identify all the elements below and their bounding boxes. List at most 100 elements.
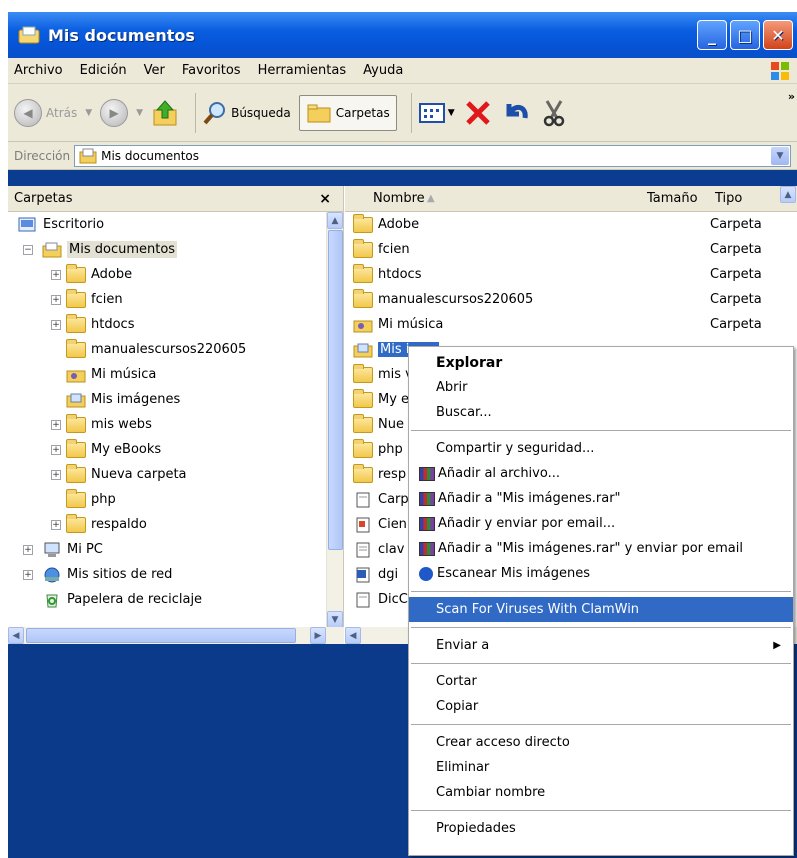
views-button[interactable]: ▼ [418, 101, 455, 125]
winrar-icon [419, 466, 435, 481]
scroll-left-icon[interactable]: ◀ [345, 627, 361, 644]
expand-icon[interactable]: + [51, 294, 61, 305]
expand-icon[interactable]: + [23, 569, 33, 580]
address-dropdown-icon[interactable]: ▼ [771, 146, 789, 165]
tree-item-mi-musica[interactable]: Mi música [8, 362, 326, 387]
tree-item-htdocs[interactable]: + htdocs [8, 312, 326, 337]
folders-pane: Carpetas × Escritorio − Mis documentos +… [8, 186, 344, 644]
search-button[interactable]: Búsqueda [202, 100, 291, 126]
windows-logo-icon [769, 60, 791, 82]
tree-item-manualescursos[interactable]: manualescursos220605 [8, 337, 326, 362]
tree-item-fcien[interactable]: + fcien [8, 287, 326, 312]
menu-item-clamwin[interactable]: Scan For Viruses With ClamWin [409, 597, 793, 622]
up-folder-button[interactable] [151, 98, 181, 128]
file-row-fcien[interactable]: fcien Carpeta [345, 237, 797, 262]
menu-item-eliminar[interactable]: Eliminar [409, 755, 793, 780]
tree-item-escritorio[interactable]: Escritorio [8, 212, 326, 237]
file-row-manualescursos[interactable]: manualescursos220605 Carpeta [345, 287, 797, 312]
cut-button[interactable] [539, 98, 569, 128]
undo-button[interactable] [501, 98, 531, 128]
scroll-down-icon[interactable]: ▼ [327, 611, 343, 628]
hscroll-thumb[interactable] [26, 628, 296, 643]
delete-x-icon [465, 100, 490, 125]
tree-item-mi-pc[interactable]: + Mi PC [8, 537, 326, 562]
folder-tree: Escritorio − Mis documentos + Adobe + fc… [8, 212, 326, 628]
menu-ayuda[interactable]: Ayuda [363, 63, 403, 78]
tree-item-php[interactable]: php [8, 487, 326, 512]
expand-icon[interactable]: + [51, 419, 61, 430]
back-dropdown-icon[interactable]: ▼ [85, 108, 92, 118]
window-title: Mis documentos [48, 25, 195, 45]
menu-item-add-email[interactable]: Añadir y enviar por email... [409, 511, 793, 536]
expand-icon[interactable]: + [51, 319, 61, 330]
menu-item-propiedades[interactable]: Propiedades [409, 816, 793, 841]
close-button[interactable]: ✕ [763, 20, 793, 50]
column-type[interactable]: Tipo [715, 191, 742, 206]
scissors-icon [543, 99, 564, 126]
tree-item-mis-imagenes[interactable]: Mis imágenes [8, 387, 326, 412]
address-value: Mis documentos [101, 148, 200, 163]
menu-item-explorar[interactable]: Explorar [409, 350, 793, 375]
menu-herramientas[interactable]: Herramientas [258, 63, 347, 78]
expand-icon[interactable]: + [51, 269, 61, 280]
scroll-left-icon[interactable]: ◀ [8, 627, 24, 644]
file-row-htdocs[interactable]: htdocs Carpeta [345, 262, 797, 287]
delete-button[interactable] [463, 98, 493, 128]
tree-item-my-ebooks[interactable]: + My eBooks [8, 437, 326, 462]
file-row-adobe[interactable]: Adobe Carpeta [345, 212, 797, 237]
menu-item-compartir[interactable]: Compartir y seguridad... [409, 436, 793, 461]
files-scroll-up-icon[interactable]: ▲ [780, 186, 797, 206]
folders-pane-close-icon[interactable]: × [319, 191, 331, 207]
menu-item-enviar-a[interactable]: Enviar a ▶ [409, 633, 793, 658]
tree-item-mis-webs[interactable]: + mis webs [8, 412, 326, 437]
expand-icon[interactable]: + [23, 544, 33, 555]
toolbar-overflow-chevron-icon[interactable]: » [788, 90, 795, 103]
column-name[interactable]: Nombre [373, 191, 425, 206]
expand-icon[interactable]: + [51, 444, 61, 455]
folders-icon [307, 104, 331, 122]
winrar-icon [419, 516, 435, 531]
menu-item-add-archive[interactable]: Añadir al archivo... [409, 461, 793, 486]
tree-item-respaldo[interactable]: + respaldo [8, 512, 326, 537]
scroll-thumb[interactable] [328, 230, 343, 550]
folder-icon [66, 263, 86, 283]
menu-item-add-rar-email[interactable]: Añadir a "Mis imágenes.rar" y enviar por… [409, 536, 793, 561]
forward-button[interactable]: ▶ ▼ [100, 98, 143, 127]
scroll-up-icon[interactable]: ▲ [327, 212, 343, 229]
folder-icon [66, 513, 86, 533]
back-label: Atrás [46, 105, 78, 120]
folders-vertical-scrollbar[interactable]: ▲ ▼ [326, 212, 343, 628]
address-input[interactable]: Mis documentos ▼ [74, 144, 791, 167]
menu-item-cambiar-nombre[interactable]: Cambiar nombre [409, 780, 793, 805]
expand-icon[interactable]: + [51, 519, 61, 530]
expand-icon[interactable]: + [51, 469, 61, 480]
title-bar[interactable]: Mis documentos _ □ ✕ [8, 12, 797, 58]
menu-item-cortar[interactable]: Cortar [409, 669, 793, 694]
tree-item-mis-sitios-de-red[interactable]: + Mis sitios de red [8, 562, 326, 587]
menu-item-escanear[interactable]: Escanear Mis imágenes [409, 561, 793, 586]
folders-horizontal-scrollbar[interactable]: ◀ ▶ [8, 627, 344, 644]
maximize-button[interactable]: □ [730, 20, 760, 50]
tree-item-papelera[interactable]: Papelera de reciclaje [8, 587, 326, 612]
menu-item-add-rar[interactable]: Añadir a "Mis imágenes.rar" [409, 486, 793, 511]
scroll-right-icon[interactable]: ▶ [310, 627, 326, 644]
menu-ver[interactable]: Ver [144, 63, 165, 78]
menu-item-copiar[interactable]: Copiar [409, 694, 793, 719]
folders-button[interactable]: Carpetas [298, 94, 397, 131]
menu-item-buscar[interactable]: Buscar... [409, 400, 793, 425]
menu-edicion[interactable]: Edición [80, 63, 127, 78]
back-button[interactable]: ◀ Atrás ▼ [14, 98, 92, 127]
menu-item-crear-acceso[interactable]: Crear acceso directo [409, 730, 793, 755]
menu-favoritos[interactable]: Favoritos [182, 63, 241, 78]
folders-pane-title: Carpetas [14, 191, 73, 206]
column-size[interactable]: Tamaño [647, 191, 698, 206]
collapse-icon[interactable]: − [23, 244, 33, 255]
forward-dropdown-icon[interactable]: ▼ [136, 108, 143, 118]
file-row-mi-musica[interactable]: Mi música Carpeta [345, 312, 797, 337]
tree-item-nueva-carpeta[interactable]: + Nueva carpeta [8, 462, 326, 487]
tree-item-mis-documentos[interactable]: − Mis documentos [8, 237, 326, 262]
menu-archivo[interactable]: Archivo [14, 63, 63, 78]
minimize-button[interactable]: _ [697, 20, 727, 50]
tree-item-adobe[interactable]: + Adobe [8, 262, 326, 287]
menu-item-abrir[interactable]: Abrir [409, 375, 793, 400]
